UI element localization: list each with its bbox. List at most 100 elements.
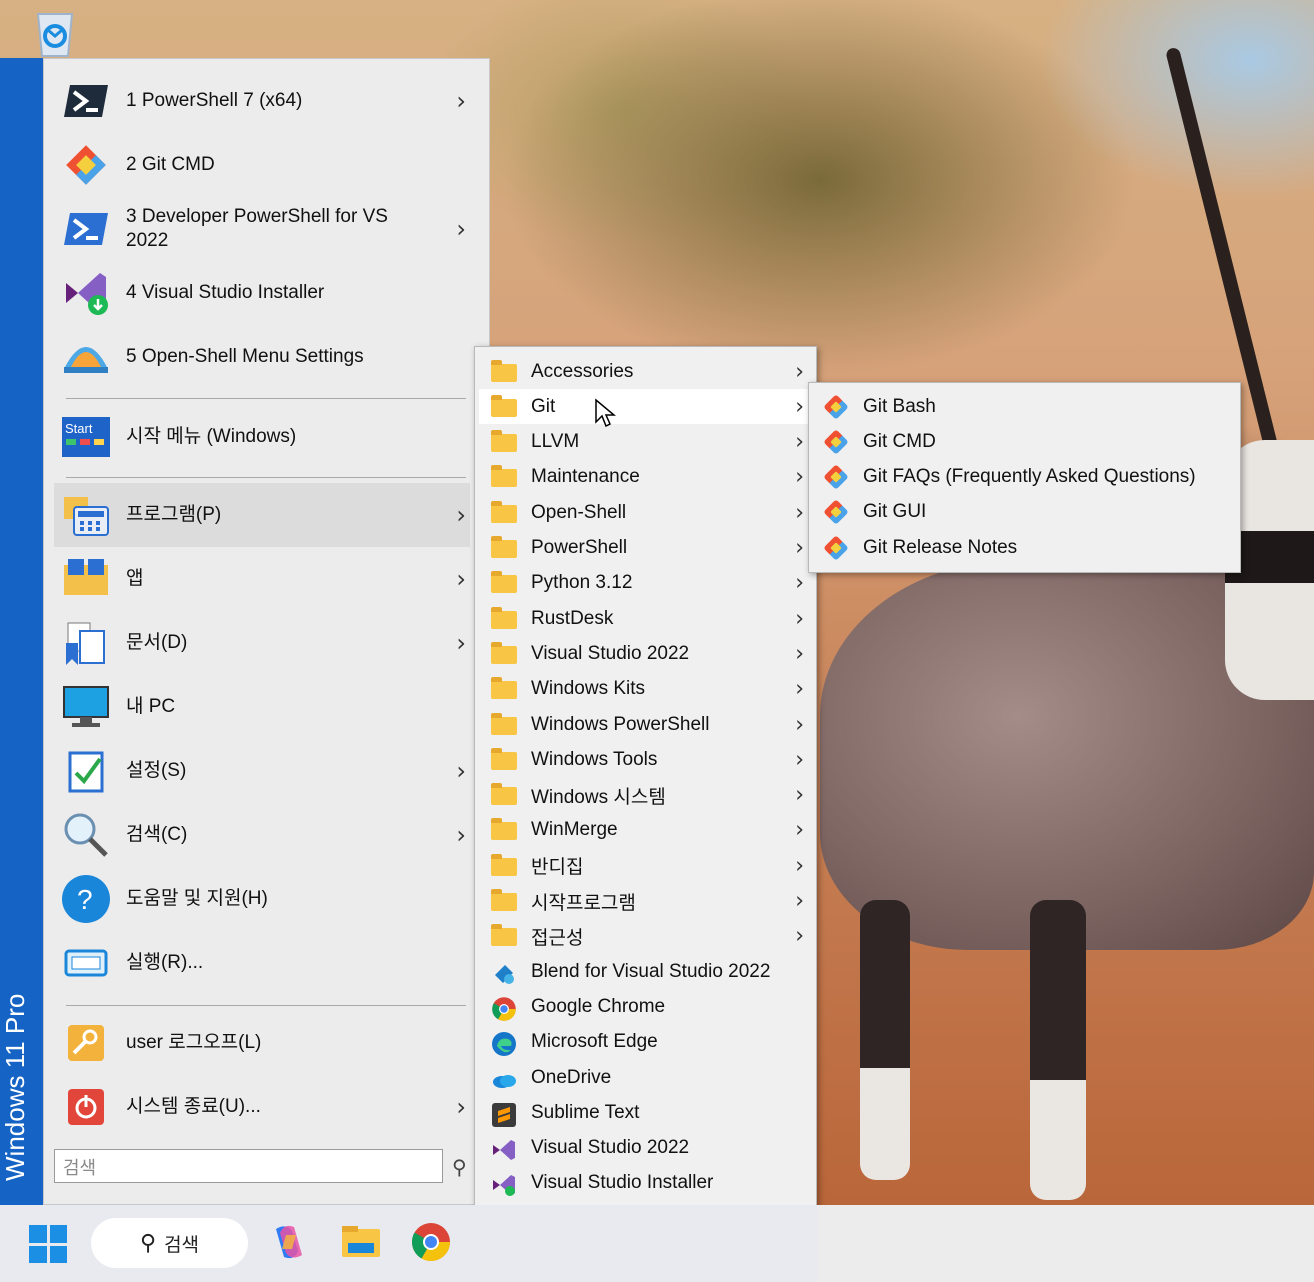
pinned-item-git-cmd[interactable]: 2 Git CMD (54, 133, 470, 197)
folder-label: 접근성 (531, 927, 584, 949)
folder-icon (491, 853, 517, 877)
programs-folder-maintenance[interactable]: Maintenance › (479, 460, 812, 495)
chevron-right-icon: › (456, 565, 466, 593)
folder-label: Windows PowerShell (531, 713, 710, 735)
app-label: Sublime Text (531, 1101, 640, 1123)
programs-app-blend[interactable]: Blend for Visual Studio 2022 (479, 954, 812, 989)
chevron-right-icon: › (795, 606, 804, 632)
folder-icon (491, 359, 517, 383)
git-icon (823, 499, 849, 526)
programs-app-edge[interactable]: Microsoft Edge (479, 1025, 812, 1060)
pinned-item-vs-installer[interactable]: 4 Visual Studio Installer (54, 261, 470, 325)
programs-submenu: Accessories › Git › LLVM › Maintenance › Open-Sh… (474, 346, 817, 1280)
git-icon (823, 534, 849, 561)
programs-folder-시작프로그램[interactable]: 시작프로그램 › (479, 884, 812, 919)
pinned-item-powershell7[interactable]: 1 PowerShell 7 (x64) › (54, 69, 470, 133)
chevron-right-icon: › (795, 641, 804, 667)
edge-icon (491, 1031, 517, 1057)
search-icon: ⚲ (139, 1230, 157, 1255)
programs-icon (60, 489, 112, 541)
programs-folder-open-shell[interactable]: Open-Shell › (479, 495, 812, 530)
folder-icon (491, 783, 517, 806)
onedrive-icon (491, 1067, 517, 1089)
programs-folder-accessories[interactable]: Accessories › (479, 354, 812, 389)
programs-folder-windows-powershell[interactable]: Windows PowerShell › (479, 707, 812, 742)
shutdown-menu-item[interactable]: 시스템 종료(U)... › (54, 1075, 470, 1139)
apps-menu-item[interactable]: 앱 › (54, 547, 470, 611)
git-item-git-bash[interactable]: Git Bash (813, 389, 1236, 424)
search-label: 검색(C) (126, 824, 188, 845)
programs-app-vs-installer[interactable]: Visual Studio Installer (479, 1166, 812, 1201)
run-menu-item[interactable]: 실행(R)... (54, 931, 470, 995)
programs-folder-반디집[interactable]: 반디집 › (479, 848, 812, 883)
folder-icon (491, 536, 517, 559)
app-label: Visual Studio 2022 (531, 1137, 690, 1159)
programs-folder-windows-tools[interactable]: Windows Tools › (479, 742, 812, 777)
start-search-input[interactable]: 검색 (54, 1149, 443, 1183)
programs-menu-item[interactable]: 프로그램(P) › (54, 483, 470, 547)
git-item-git-gui[interactable]: Git GUI (813, 495, 1236, 530)
settings-label: 설정(S) (126, 760, 187, 781)
help-menu-item[interactable]: ? 도움말 및 지원(H) (54, 867, 470, 931)
copilot-icon[interactable] (268, 1221, 310, 1263)
folder-label: WinMerge (531, 819, 618, 841)
programs-folder-visual-studio-2022[interactable]: Visual Studio 2022 › (479, 636, 812, 671)
chevron-right-icon: › (456, 87, 466, 115)
chevron-right-icon: › (795, 712, 804, 737)
open-shell-icon (60, 331, 112, 383)
search-menu-item[interactable]: 검색(C) › (54, 803, 470, 867)
apps-icon (60, 553, 112, 605)
programs-app-onedrive[interactable]: OneDrive (479, 1060, 812, 1095)
git-item-git-faqs-frequently-asked-questions[interactable]: Git FAQs (Frequently Asked Questions) (813, 460, 1236, 495)
my-pc-menu-item[interactable]: 내 PC (54, 675, 470, 739)
folder-icon (491, 747, 517, 771)
chevron-right-icon: › (795, 888, 804, 914)
settings-menu-item[interactable]: 설정(S) › (54, 739, 470, 803)
programs-folder-windows-kits[interactable]: Windows Kits › (479, 672, 812, 707)
sublime-icon (491, 1102, 517, 1127)
folder-label: Accessories (531, 360, 634, 382)
programs-folder-powershell[interactable]: PowerShell › (479, 531, 812, 566)
search-icon (60, 809, 112, 861)
programs-app-sublime[interactable]: Sublime Text (479, 1095, 812, 1130)
my-pc-label: 내 PC (126, 696, 176, 717)
chevron-right-icon: › (795, 500, 804, 526)
programs-app-chrome[interactable]: Google Chrome (479, 989, 812, 1024)
folder-icon (491, 394, 517, 418)
pinned-item-dev-powershell[interactable]: 3 Developer PowerShell for VS 2022 › (54, 197, 470, 261)
programs-folder-windows-시스템[interactable]: Windows 시스템 › (479, 778, 812, 813)
pinned-item-label: 2 Git CMD (126, 154, 215, 175)
pinned-item-label: 4 Visual Studio Installer (126, 282, 325, 303)
folder-icon (491, 641, 517, 665)
recycle-bin-icon[interactable] (28, 6, 82, 60)
chrome-icon[interactable] (410, 1221, 452, 1263)
git-item-git-release-notes[interactable]: Git Release Notes (813, 530, 1236, 565)
git-item-git-cmd[interactable]: Git CMD (813, 424, 1236, 459)
programs-folder-git[interactable]: Git › (479, 389, 812, 425)
git-icon (823, 393, 849, 420)
windows-start-label: 시작 메뉴 (Windows) (126, 426, 297, 447)
programs-folder-python-3-12[interactable]: Python 3.12 › (479, 566, 812, 601)
chevron-right-icon: › (795, 359, 804, 384)
app-label: OneDrive (531, 1066, 612, 1088)
app-label: Microsoft Edge (531, 1031, 658, 1053)
logoff-menu-item[interactable]: user 로그오프(L) (54, 1011, 470, 1075)
documents-menu-item[interactable]: 문서(D) › (54, 611, 470, 675)
visual-studio-icon (491, 1137, 517, 1161)
programs-folder-rustdesk[interactable]: RustDesk › (479, 601, 812, 636)
wallpaper-oryx-leg (1030, 900, 1086, 1200)
programs-folder-llvm[interactable]: LLVM › (479, 425, 812, 460)
search-icon[interactable]: ⚲ (452, 1155, 467, 1180)
windows-start-menu-item[interactable]: Start 시작 메뉴 (Windows) (54, 405, 470, 469)
menu-separator (66, 398, 466, 399)
file-explorer-icon[interactable] (340, 1221, 382, 1263)
chevron-right-icon: › (456, 501, 466, 529)
taskbar-right-area (817, 1205, 1314, 1282)
blend-icon (491, 961, 517, 984)
programs-app-visual-studio[interactable]: Visual Studio 2022 (479, 1131, 812, 1166)
programs-folder-winmerge[interactable]: WinMerge › (479, 813, 812, 848)
start-icon[interactable] (29, 1225, 67, 1263)
pinned-item-open-shell-settings[interactable]: 5 Open-Shell Menu Settings (54, 325, 470, 389)
taskbar-search-box[interactable]: ⚲ 검색 (91, 1218, 248, 1268)
programs-folder-접근성[interactable]: 접근성 › (479, 919, 812, 954)
